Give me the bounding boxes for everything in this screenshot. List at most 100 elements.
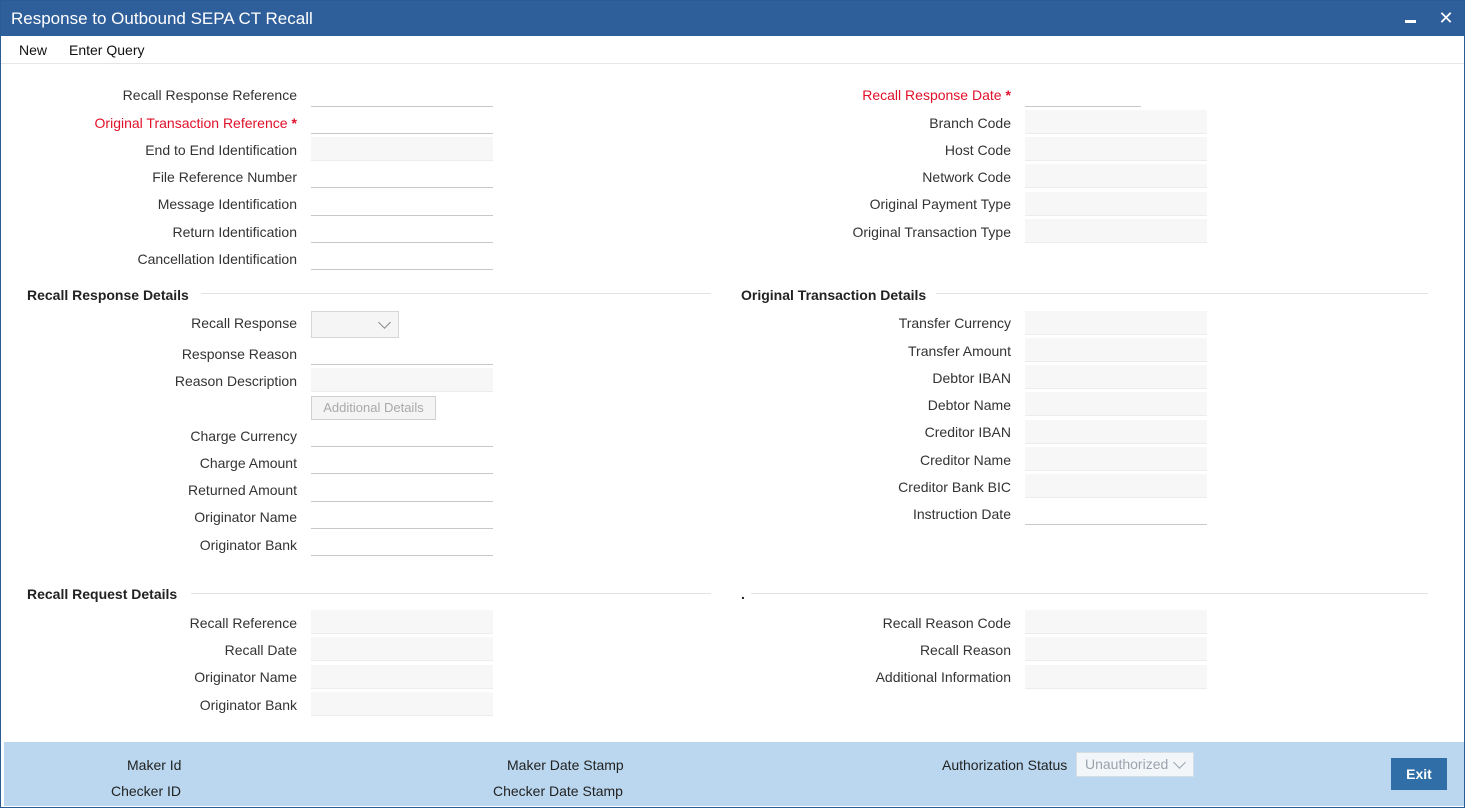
debtor-iban-field: [1025, 365, 1207, 389]
reason-description-label: Reason Description: [174, 373, 297, 389]
creditor-iban-field: [1025, 420, 1207, 444]
authorization-status-value: Unauthorized: [1085, 756, 1169, 772]
title-bar: Response to Outbound SEPA CT Recall ✕: [1, 1, 1464, 36]
recall-reason-code-label: Recall Reason Code: [882, 615, 1011, 631]
reason-description-field: [311, 368, 493, 392]
branch-code-label: Branch Code: [929, 115, 1011, 131]
response-reason-input[interactable]: [311, 341, 493, 365]
file-reference-number-input[interactable]: [311, 164, 493, 188]
original-transaction-type-field: [1025, 219, 1207, 243]
original-transaction-reference-input[interactable]: [311, 110, 493, 134]
message-identification-input[interactable]: [311, 192, 493, 216]
recall-reason-field: [1025, 637, 1207, 661]
originator-name-input[interactable]: [311, 505, 493, 529]
additional-details-button[interactable]: Additional Details: [311, 396, 436, 420]
charge-amount-input[interactable]: [311, 450, 493, 474]
branch-code-field: [1025, 110, 1207, 134]
transfer-amount-label: Transfer Amount: [908, 343, 1011, 359]
debtor-name-label: Debtor Name: [927, 397, 1011, 413]
network-code-field: [1025, 164, 1207, 188]
minimize-icon[interactable]: [1399, 7, 1421, 29]
original-transaction-type-label: Original Transaction Type: [852, 224, 1012, 240]
recall-response-details-title: Recall Response Details: [27, 287, 189, 303]
recall-request-details-title: Recall Request Details: [27, 586, 178, 602]
additional-information-field: [1025, 665, 1207, 689]
recall-reference-field: [311, 610, 493, 634]
section-divider: [191, 593, 711, 594]
charge-amount-label: Charge Amount: [199, 455, 297, 471]
maker-date-stamp-label: Maker Date Stamp: [507, 757, 624, 773]
recall-response-select[interactable]: [311, 311, 399, 338]
original-transaction-reference-label: Original Transaction Reference *: [94, 115, 297, 131]
checker-date-stamp-label: Checker Date Stamp: [493, 783, 623, 799]
returned-amount-label: Returned Amount: [188, 482, 297, 498]
recall-date-label: Recall Date: [224, 642, 297, 658]
menu-enter-query[interactable]: Enter Query: [69, 42, 144, 58]
cancellation-identification-input[interactable]: [311, 246, 493, 270]
return-identification-label: Return Identification: [172, 224, 297, 240]
recall-date-field: [311, 637, 493, 661]
charge-currency-input[interactable]: [311, 423, 493, 447]
creditor-iban-label: Creditor IBAN: [924, 424, 1011, 440]
cancellation-identification-label: Cancellation Identification: [137, 251, 297, 267]
section-divider: [201, 293, 711, 294]
original-payment-type-field: [1025, 192, 1207, 216]
host-code-label: Host Code: [944, 142, 1011, 158]
recall-response-reference-input[interactable]: [311, 83, 493, 107]
file-reference-number-label: File Reference Number: [152, 169, 297, 185]
recall-response-window: Response to Outbound SEPA CT Recall ✕ Ne…: [0, 0, 1465, 808]
end-to-end-identification-field: [311, 137, 493, 161]
menu-new[interactable]: New: [19, 42, 47, 58]
charge-currency-label: Charge Currency: [190, 428, 297, 444]
transfer-currency-field: [1025, 311, 1207, 335]
network-code-label: Network Code: [922, 169, 1011, 185]
debtor-name-field: [1025, 392, 1207, 416]
original-payment-type-label: Original Payment Type: [869, 196, 1011, 212]
section-divider: [936, 293, 1428, 294]
request-originator-bank-label: Originator Bank: [199, 697, 297, 713]
creditor-name-field: [1025, 447, 1207, 471]
creditor-bank-bic-field: [1025, 474, 1207, 498]
chevron-down-icon: [1173, 756, 1186, 769]
exit-button[interactable]: Exit: [1391, 758, 1447, 790]
creditor-bank-bic-label: Creditor Bank BIC: [898, 479, 1011, 495]
end-to-end-identification-label: End to End Identification: [145, 142, 297, 158]
host-code-field: [1025, 137, 1207, 161]
response-reason-label: Response Reason: [181, 346, 297, 362]
original-transaction-details-title: Original Transaction Details: [741, 287, 927, 303]
returned-amount-input[interactable]: [311, 478, 493, 502]
originator-name-label: Originator Name: [194, 509, 297, 525]
recall-response-reference-label: Recall Response Reference: [122, 87, 297, 103]
request-originator-name-field: [311, 665, 493, 689]
recall-reason-section-title: .: [741, 586, 745, 602]
audit-footer: Maker Id Checker ID Maker Date Stamp Che…: [4, 742, 1464, 806]
recall-response-date-input[interactable]: [1025, 83, 1141, 107]
instruction-date-label: Instruction Date: [912, 506, 1011, 522]
message-identification-label: Message Identification: [157, 196, 297, 212]
chevron-down-icon: [378, 316, 391, 329]
recall-response-date-label: Recall Response Date *: [862, 87, 1011, 103]
checker-id-label: Checker ID: [111, 783, 182, 799]
authorization-status-label: Authorization Status: [942, 757, 1068, 773]
recall-response-label: Recall Response: [191, 315, 297, 331]
window-title: Response to Outbound SEPA CT Recall: [11, 9, 313, 28]
additional-information-label: Additional Information: [875, 669, 1011, 685]
recall-reference-label: Recall Reference: [189, 615, 297, 631]
return-identification-input[interactable]: [311, 219, 493, 243]
originator-bank-label: Originator Bank: [199, 537, 297, 553]
authorization-status-select[interactable]: Unauthorized: [1076, 752, 1194, 777]
creditor-name-label: Creditor Name: [919, 452, 1011, 468]
request-originator-bank-field: [311, 692, 493, 716]
recall-reason-label: Recall Reason: [919, 642, 1011, 658]
section-divider: [751, 593, 1428, 594]
originator-bank-input[interactable]: [311, 532, 493, 556]
close-icon[interactable]: ✕: [1435, 7, 1457, 29]
menu-bar: New Enter Query: [1, 36, 1464, 64]
recall-reason-code-field: [1025, 610, 1207, 634]
maker-id-label: Maker Id: [127, 757, 182, 773]
instruction-date-input[interactable]: [1025, 501, 1207, 525]
debtor-iban-label: Debtor IBAN: [932, 370, 1011, 386]
transfer-amount-field: [1025, 338, 1207, 362]
request-originator-name-label: Originator Name: [194, 669, 297, 685]
transfer-currency-label: Transfer Currency: [898, 315, 1011, 331]
